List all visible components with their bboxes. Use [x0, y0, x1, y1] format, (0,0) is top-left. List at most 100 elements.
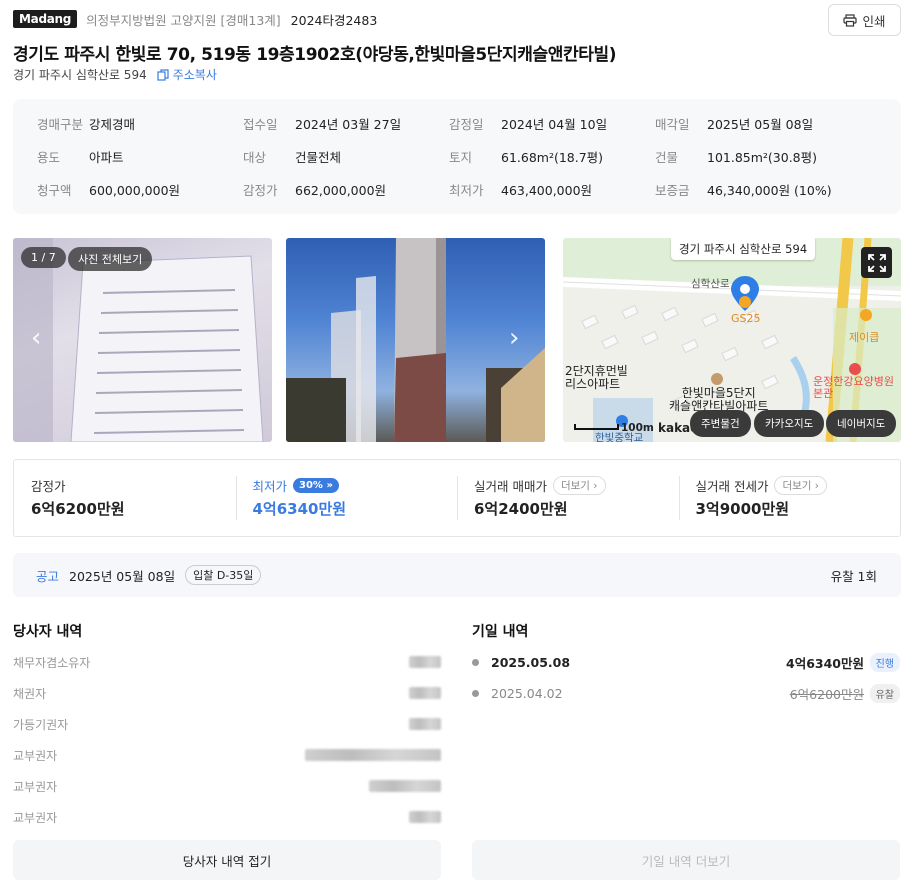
- party-row: 교부권자: [13, 777, 441, 795]
- map-hospital-label: 운정한강요양병원 본관: [813, 375, 894, 401]
- info-key: 감정가: [243, 182, 278, 198]
- view-all-photos-button[interactable]: 사진 전체보기: [68, 247, 153, 271]
- court-name: 의정부지방법원 고양지원 [경매13계]: [86, 12, 281, 28]
- info-value: 2024년 03월 27일: [295, 116, 402, 132]
- road-address: 경기 파주시 심학산로 594: [13, 68, 147, 82]
- info-value: 46,340,000원 (10%): [707, 182, 832, 198]
- print-button[interactable]: 인쇄: [828, 4, 901, 36]
- nearby-items-button[interactable]: 주변물건: [690, 410, 751, 437]
- minimum-price: 최저가 30% » 4억6340만원: [235, 460, 458, 536]
- info-value: 2024년 04월 10일: [501, 116, 608, 132]
- more-history-button[interactable]: 기일 내역 더보기: [472, 840, 900, 880]
- brand-logo[interactable]: Madang: [13, 10, 78, 28]
- info-value: 600,000,000원: [89, 182, 181, 198]
- status-badge: 진행: [869, 652, 900, 672]
- min-price-value: 4억6340만원: [252, 500, 347, 518]
- info-row: 용도 아파트 대상 건물전체 토지 61.68m²(18.7평) 건물 101.85m²…: [37, 146, 877, 166]
- appraisal-value: 6억6200만원: [31, 500, 125, 518]
- redacted-name: [409, 656, 441, 668]
- info-key: 보증금: [655, 182, 690, 198]
- redacted-name: [409, 687, 441, 699]
- map-apartment-label: 2단지휴먼빌 리스아파트: [565, 364, 628, 392]
- info-value: 61.68m²(18.7평): [501, 149, 604, 165]
- info-key: 토지: [449, 149, 473, 165]
- info-key: 감정일: [449, 116, 484, 132]
- redacted-name: [305, 749, 441, 761]
- map-cafe-label: 제이큽: [849, 331, 880, 344]
- redacted-name: [369, 780, 441, 792]
- info-value: 101.85m²(30.8평): [707, 149, 818, 165]
- collapse-parties-button[interactable]: 당사자 내역 접기: [13, 840, 441, 880]
- lease-more-button[interactable]: 더보기 ›: [774, 475, 828, 495]
- sale-price-value: 6억2400만원: [474, 500, 568, 518]
- redacted-name: [409, 811, 441, 823]
- fail-count: 유찰 1회: [830, 568, 877, 584]
- dday-badge: 입찰 D-35일: [185, 565, 262, 585]
- header: Madang 의정부지방법원 고양지원 [경매13계] 2024타경2483 인…: [13, 4, 901, 36]
- property-photo-building[interactable]: ›: [286, 238, 545, 442]
- copy-address-button[interactable]: 주소복사: [157, 66, 217, 83]
- expand-icon: [867, 253, 886, 272]
- history-row: 2025.05.08 4억6340만원 진행: [472, 652, 900, 672]
- notice-label: 공고: [36, 568, 60, 584]
- property-photo-certificate[interactable]: 1 / 7 사진 전체보기 ‹: [13, 238, 272, 442]
- party-row: 채권자: [13, 684, 441, 702]
- price-summary: 감정가 6억6200만원 최저가 30% » 4억6340만원 실거래 매매가 더보…: [13, 459, 901, 537]
- info-value: 2025년 05월 08일: [707, 116, 814, 132]
- sale-more-button[interactable]: 더보기 ›: [552, 475, 606, 495]
- photo-counter: 1 / 7: [21, 247, 66, 268]
- status-dot: [472, 689, 479, 697]
- info-key: 건물: [655, 149, 679, 165]
- lease-price-value: 3억9000만원: [695, 500, 790, 518]
- discount-pill: 30%: [299, 479, 323, 491]
- party-role: 교부권자: [13, 748, 58, 763]
- lease-price-label: 실거래 전세가: [695, 478, 769, 494]
- info-value: 강제경매: [89, 116, 136, 132]
- lease-more-label: 더보기: [782, 479, 812, 492]
- location-map[interactable]: 경기 파주시 심학산로 594 심학산로 GS25 제이큽 운정한강요양병원 본…: [563, 238, 901, 442]
- info-key: 청구액: [37, 182, 72, 198]
- info-value: 662,000,000원: [295, 182, 387, 198]
- sale-more-label: 더보기: [560, 479, 590, 492]
- info-key: 매각일: [655, 116, 690, 132]
- info-value: 건물전체: [295, 149, 342, 165]
- info-value: 463,400,000원: [501, 182, 593, 198]
- info-key: 최저가: [449, 182, 484, 198]
- party-row: 교부권자: [13, 808, 441, 826]
- auction-info-panel: 경매구분 강제경매 접수일 2024년 03월 27일 감정일 2024년 04월 1…: [13, 99, 901, 214]
- printer-icon: [843, 13, 858, 27]
- fullscreen-button[interactable]: [861, 247, 892, 278]
- info-value: 아파트: [89, 149, 124, 165]
- appraisal-price: 감정가 6억6200만원: [14, 460, 236, 536]
- map-address-label: 경기 파주시 심학산로 594: [671, 238, 816, 260]
- history-date: 2025.04.02: [491, 685, 563, 701]
- party-role: 채무자겸소유자: [13, 655, 91, 670]
- status-dot: [472, 658, 479, 666]
- redacted-name: [409, 718, 441, 730]
- notice-bar: 공고 2025년 05월 08일 입찰 D-35일 유찰 1회: [13, 553, 901, 597]
- status-badge: 유찰: [869, 683, 900, 703]
- chevron-right-icon[interactable]: ›: [509, 323, 519, 353]
- history-amount: 4억6340만원: [786, 655, 864, 671]
- party-role: 교부권자: [13, 810, 58, 825]
- map-gs25-label: GS25: [731, 312, 761, 325]
- parties-title: 당사자 내역: [13, 624, 83, 640]
- info-key: 용도: [37, 149, 61, 165]
- party-role: 교부권자: [13, 779, 58, 794]
- print-label: 인쇄: [862, 13, 886, 29]
- info-row: 청구액 600,000,000원 감정가 662,000,000원 최저가 463,4…: [37, 179, 877, 199]
- naver-map-button[interactable]: 네이버지도: [826, 410, 897, 437]
- double-chevron-down-icon: »: [326, 479, 333, 491]
- notice-date: 2025년 05월 08일: [69, 568, 176, 584]
- chevron-left-icon[interactable]: ‹: [31, 323, 41, 353]
- party-role: 채권자: [13, 686, 47, 701]
- kakao-map-button[interactable]: 카카오지도: [754, 410, 825, 437]
- actual-lease-price: 실거래 전세가 더보기 › 3억9000만원: [678, 460, 901, 536]
- actual-sale-price: 실거래 매매가 더보기 › 6억2400만원: [457, 460, 679, 536]
- min-price-label: 최저가: [252, 478, 288, 494]
- party-row: 가등기권자: [13, 715, 441, 733]
- copy-label: 주소복사: [172, 68, 217, 82]
- party-role: 가등기권자: [13, 717, 69, 732]
- history-title: 기일 내역: [472, 624, 529, 640]
- copy-icon: [157, 68, 169, 81]
